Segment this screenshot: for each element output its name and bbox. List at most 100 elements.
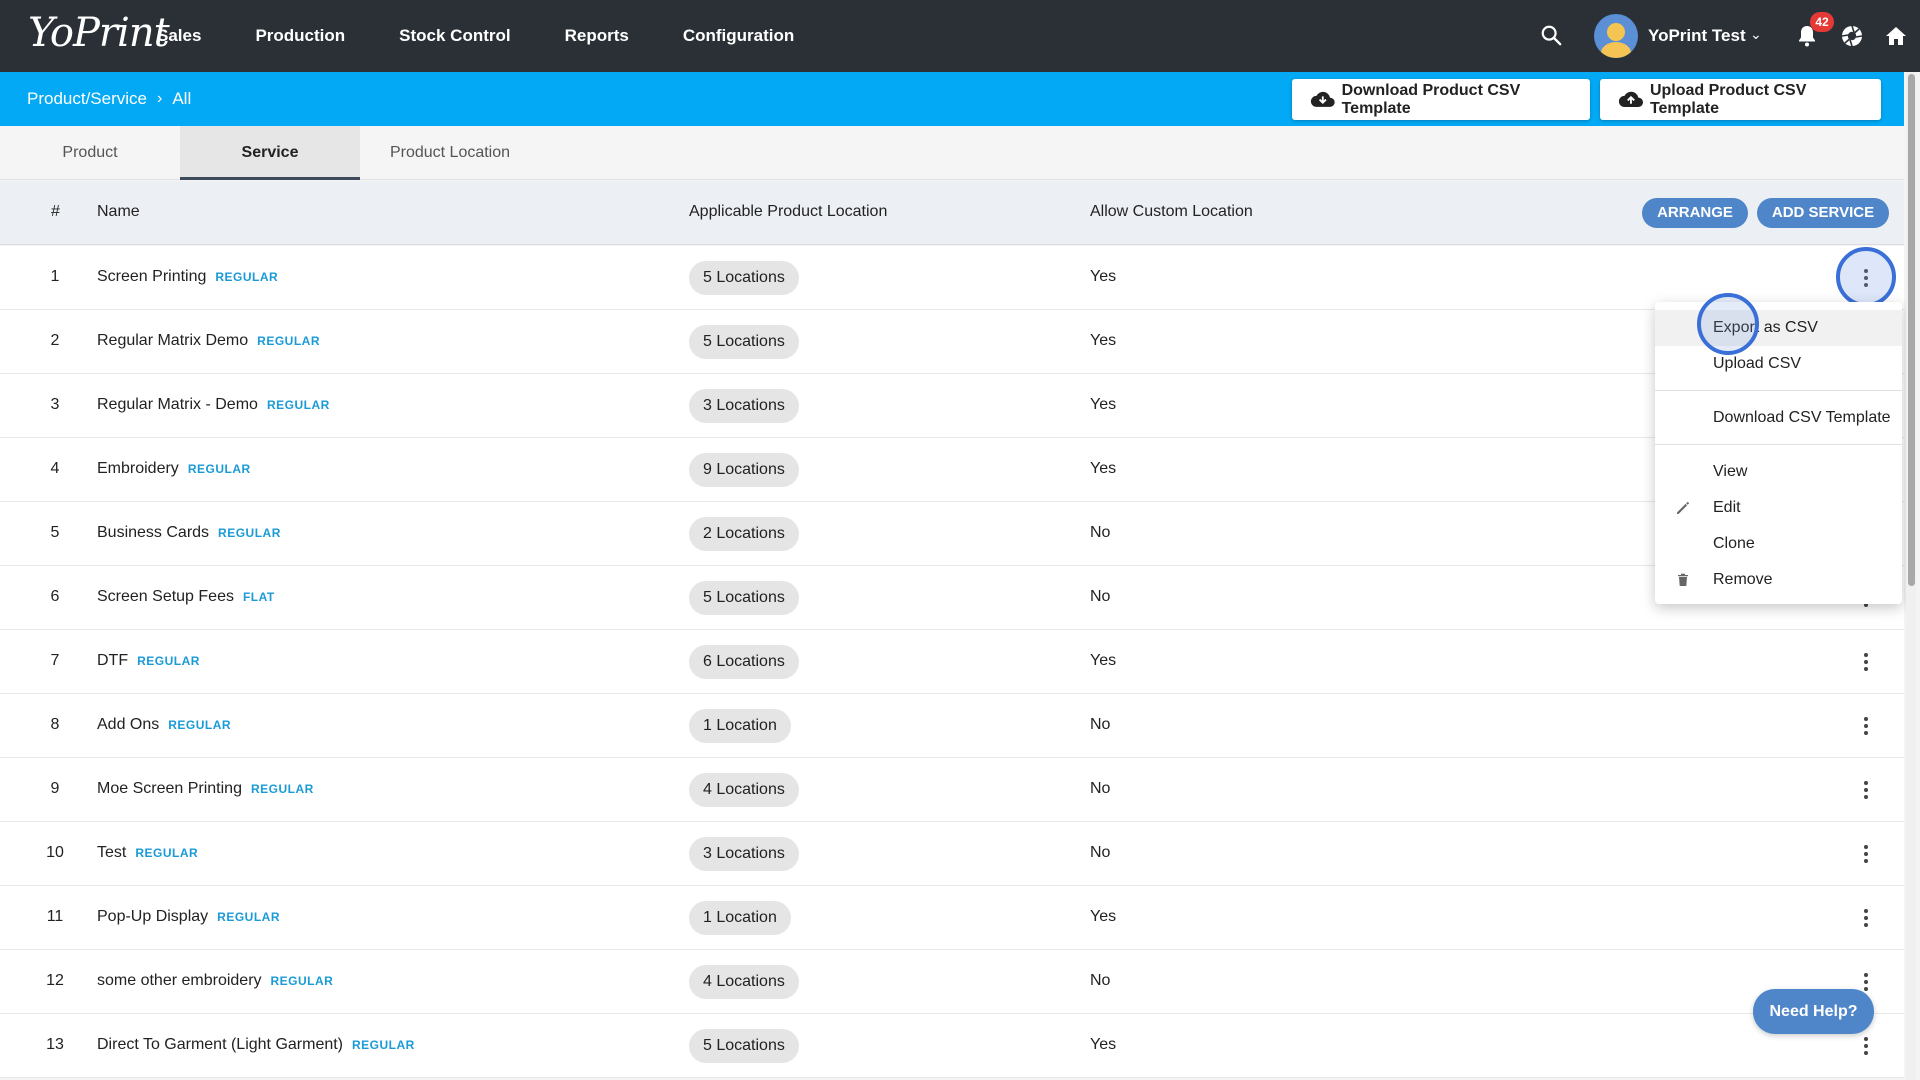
location-count-chip[interactable]: 2 Locations	[689, 517, 799, 551]
more-vert-icon[interactable]	[1856, 712, 1876, 740]
top-navbar: YoPrint Sales Production Stock Control R…	[0, 0, 1920, 72]
table-row[interactable]: 4 Embroidery REGULAR 9 Locations Yes	[0, 438, 1904, 502]
table-row[interactable]: 3 Regular Matrix - Demo REGULAR 3 Locations…	[0, 374, 1904, 438]
location-count-chip[interactable]: 4 Locations	[689, 965, 799, 999]
allow-custom-location-value: Yes	[1090, 332, 1117, 349]
table-row[interactable]: 5 Business Cards REGULAR 2 Locations No	[0, 502, 1904, 566]
user-avatar[interactable]	[1594, 14, 1638, 58]
service-name[interactable]: Pop-Up Display REGULAR	[97, 908, 280, 926]
menu-remove[interactable]: Remove	[1655, 562, 1902, 598]
service-name[interactable]: DTF REGULAR	[97, 652, 200, 670]
location-count-chip[interactable]: 5 Locations	[689, 581, 799, 615]
more-vert-icon[interactable]	[1856, 904, 1876, 932]
tab-product[interactable]: Product	[0, 126, 180, 180]
add-service-button[interactable]: ADD SERVICE	[1757, 198, 1889, 228]
location-count-chip[interactable]: 4 Locations	[689, 773, 799, 807]
column-header-custom-location: Allow Custom Location	[1090, 203, 1253, 220]
yoprint-logo[interactable]: YoPrint	[28, 10, 170, 56]
service-name[interactable]: some other embroidery REGULAR	[97, 972, 333, 990]
menu-download-csv-template[interactable]: Download CSV Template	[1655, 400, 1902, 436]
table-row[interactable]: 1 Screen Printing REGULAR 5 Locations Yes	[0, 246, 1904, 310]
need-help-button[interactable]: Need Help?	[1753, 989, 1874, 1034]
chevron-down-icon[interactable]: ⌄	[1750, 26, 1762, 43]
table-row[interactable]: 2 Regular Matrix Demo REGULAR 5 Locations Ye…	[0, 310, 1904, 374]
location-count-chip[interactable]: 9 Locations	[689, 453, 799, 487]
more-vert-icon[interactable]	[1856, 648, 1876, 676]
service-name[interactable]: Screen Printing REGULAR	[97, 268, 278, 286]
breadcrumb-parent[interactable]: Product/Service	[27, 89, 147, 109]
location-count-chip[interactable]: 5 Locations	[689, 325, 799, 359]
menu-view[interactable]: View	[1655, 454, 1902, 490]
location-count-chip[interactable]: 5 Locations	[689, 1029, 799, 1063]
menu-upload-csv[interactable]: Upload CSV	[1655, 346, 1902, 382]
location-count-chip[interactable]: 1 Location	[689, 901, 791, 935]
scrollbar-thumb[interactable]	[1908, 74, 1915, 586]
table-row[interactable]: 11 Pop-Up Display REGULAR 1 Location Yes	[0, 886, 1904, 950]
service-name[interactable]: Embroidery REGULAR	[97, 460, 251, 478]
location-count-chip[interactable]: 3 Locations	[689, 389, 799, 423]
upload-product-csv-template-button[interactable]: Upload Product CSV Template	[1600, 79, 1881, 120]
table-row[interactable]: 9 Moe Screen Printing REGULAR 4 Locations No	[0, 758, 1904, 822]
service-name-text: Direct To Garment (Light Garment)	[97, 1036, 344, 1053]
chevron-right-icon: ›	[157, 90, 163, 107]
aperture-icon[interactable]	[1840, 24, 1864, 48]
service-type-tag: REGULAR	[257, 334, 320, 348]
allow-custom-location-value: Yes	[1090, 268, 1117, 285]
service-name-text: Moe Screen Printing	[97, 780, 242, 797]
table-row[interactable]: 8 Add Ons REGULAR 1 Location No	[0, 694, 1904, 758]
location-count-chip[interactable]: 1 Location	[689, 709, 791, 743]
table-row[interactable]: 7 DTF REGULAR 6 Locations Yes	[0, 630, 1904, 694]
tab-service[interactable]: Service	[180, 126, 360, 180]
table-row[interactable]: 6 Screen Setup Fees FLAT 5 Locations No	[0, 566, 1904, 630]
more-vert-icon[interactable]	[1856, 776, 1876, 804]
allow-custom-location-value: Yes	[1090, 1036, 1117, 1053]
home-icon[interactable]	[1884, 24, 1908, 48]
cloud-upload-icon	[1618, 91, 1644, 107]
table-row[interactable]: 10 Test REGULAR 3 Locations No	[0, 822, 1904, 886]
service-type-tag: REGULAR	[266, 398, 330, 412]
download-product-csv-template-button[interactable]: Download Product CSV Template	[1292, 79, 1590, 120]
service-name[interactable]: Moe Screen Printing REGULAR	[97, 780, 314, 798]
more-vert-icon[interactable]	[1856, 840, 1876, 868]
nav-configuration[interactable]: Configuration	[683, 26, 794, 46]
service-table-body: 1 Screen Printing REGULAR 5 Locations Yes 2 Re…	[0, 246, 1904, 1078]
search-icon[interactable]	[1540, 24, 1562, 46]
service-name[interactable]: Test REGULAR	[97, 844, 198, 862]
menu-clone[interactable]: Clone	[1655, 526, 1902, 562]
tab-product-location[interactable]: Product Location	[360, 126, 540, 180]
service-name[interactable]: Regular Matrix - Demo REGULAR	[97, 396, 330, 414]
table-row[interactable]: 12 some other embroidery REGULAR 4 Location…	[0, 950, 1904, 1014]
nav-reports[interactable]: Reports	[565, 26, 629, 46]
nav-stock-control[interactable]: Stock Control	[399, 26, 510, 46]
allow-custom-location-value: No	[1090, 780, 1111, 797]
user-name[interactable]: YoPrint Test	[1648, 26, 1746, 46]
arrange-button[interactable]: ARRANGE	[1642, 198, 1748, 228]
menu-export-csv[interactable]: Export as CSV	[1655, 310, 1902, 346]
service-type-tag: FLAT	[242, 590, 275, 604]
service-name[interactable]: Regular Matrix Demo REGULAR	[97, 332, 320, 350]
table-row[interactable]: 13 Direct To Garment (Light Garment) REGUL…	[0, 1014, 1904, 1078]
more-vert-icon[interactable]	[1856, 1032, 1876, 1060]
service-name[interactable]: Add Ons REGULAR	[97, 716, 231, 734]
nav-production[interactable]: Production	[255, 26, 345, 46]
service-type-tag: REGULAR	[218, 526, 281, 540]
service-name-text: Business Cards	[97, 524, 210, 541]
location-count-chip[interactable]: 5 Locations	[689, 261, 799, 295]
download-template-label: Download Product CSV Template	[1341, 81, 1521, 117]
location-count-chip[interactable]: 3 Locations	[689, 837, 799, 871]
upload-template-label: Upload Product CSV Template	[1649, 81, 1807, 117]
nav-sales[interactable]: Sales	[157, 26, 201, 46]
service-name-text: Regular Matrix - Demo	[97, 396, 258, 413]
service-name[interactable]: Business Cards REGULAR	[97, 524, 281, 542]
menu-edit[interactable]: Edit	[1655, 490, 1902, 526]
cloud-download-icon	[1310, 91, 1335, 107]
service-name-text: DTF	[97, 652, 129, 669]
service-name[interactable]: Screen Setup Fees FLAT	[97, 588, 275, 606]
service-name[interactable]: Direct To Garment (Light Garment) REGULAR	[97, 1036, 415, 1054]
service-type-tag: REGULAR	[352, 1038, 415, 1052]
menu-edit-label: Edit	[1713, 499, 1741, 516]
service-name-text: Add Ons	[97, 716, 160, 733]
row-number: 6	[50, 588, 60, 605]
click-indicator	[1836, 247, 1896, 307]
location-count-chip[interactable]: 6 Locations	[689, 645, 799, 679]
